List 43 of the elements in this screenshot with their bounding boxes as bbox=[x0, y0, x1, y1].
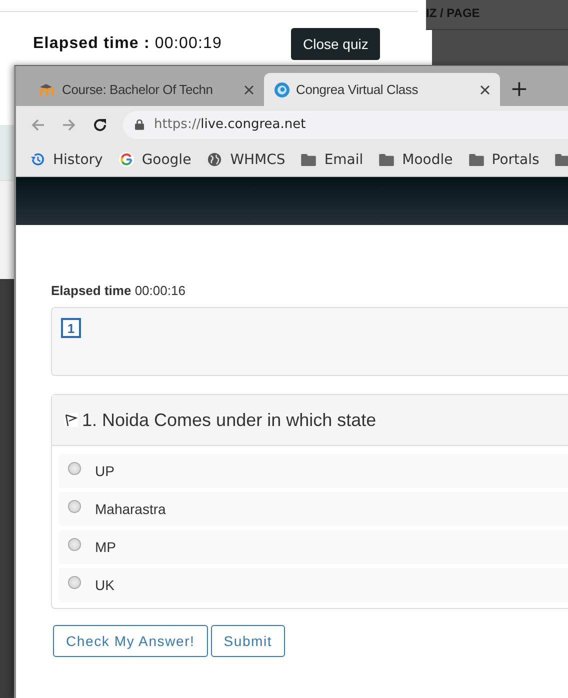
bookmark-item[interactable]: History bbox=[30, 152, 103, 168]
radio-button[interactable] bbox=[68, 462, 81, 474]
question-number-button[interactable]: 1 bbox=[61, 318, 81, 338]
side-header: IZ / PAGE bbox=[426, 0, 568, 30]
elapsed-time-label: Elapsed time : 00:00:19 bbox=[33, 35, 224, 53]
check-answer-button[interactable]: Check My Answer! bbox=[53, 625, 208, 657]
back-arrow-icon[interactable] bbox=[30, 116, 46, 132]
close-icon[interactable] bbox=[244, 84, 254, 94]
question-text: 1. Noida Comes under in which state bbox=[82, 410, 376, 430]
close-icon[interactable] bbox=[480, 84, 490, 94]
answer-option[interactable]: UK bbox=[59, 568, 568, 602]
browser-tab[interactable]: Congrea Virtual Class bbox=[264, 73, 500, 106]
radio-button[interactable] bbox=[68, 576, 81, 588]
browser-tab[interactable]: Course: Bachelor Of Techn bbox=[28, 73, 264, 106]
reload-icon[interactable] bbox=[92, 116, 108, 132]
elapsed-time-label: Elapsed time 00:00:16 bbox=[51, 283, 186, 298]
bookmark-item[interactable]: Portals bbox=[468, 152, 540, 168]
close-quiz-button[interactable]: Close quiz bbox=[291, 28, 380, 60]
address-bar[interactable]: https://live.congrea.net bbox=[123, 110, 568, 138]
moodle-logo-icon bbox=[38, 82, 56, 96]
answer-option[interactable]: UP bbox=[59, 454, 568, 488]
bookmark-item[interactable] bbox=[555, 154, 568, 166]
folder-icon bbox=[555, 154, 568, 166]
history-icon bbox=[30, 152, 45, 167]
new-tab-button[interactable]: + bbox=[500, 77, 538, 106]
flag-icon[interactable] bbox=[64, 413, 78, 427]
lock-icon bbox=[135, 119, 144, 130]
radio-button[interactable] bbox=[68, 538, 81, 550]
folder-icon bbox=[379, 154, 394, 166]
answer-option[interactable]: Maharastra bbox=[59, 492, 568, 526]
forward-arrow-icon[interactable] bbox=[61, 116, 77, 132]
folder-icon bbox=[468, 154, 484, 166]
bookmark-item[interactable]: Moodle bbox=[379, 152, 453, 168]
folder-icon bbox=[301, 154, 316, 166]
answer-option[interactable]: MP bbox=[59, 530, 568, 564]
globe-icon bbox=[207, 152, 222, 167]
g-logo-icon bbox=[118, 152, 134, 167]
bookmark-item[interactable]: Email bbox=[301, 152, 364, 168]
swirl-logo-icon bbox=[274, 82, 290, 98]
bookmark-item[interactable]: Google bbox=[118, 152, 192, 168]
bookmark-item[interactable]: WHMCS bbox=[207, 152, 286, 168]
submit-button[interactable]: Submit bbox=[210, 625, 286, 657]
radio-button[interactable] bbox=[68, 500, 81, 512]
